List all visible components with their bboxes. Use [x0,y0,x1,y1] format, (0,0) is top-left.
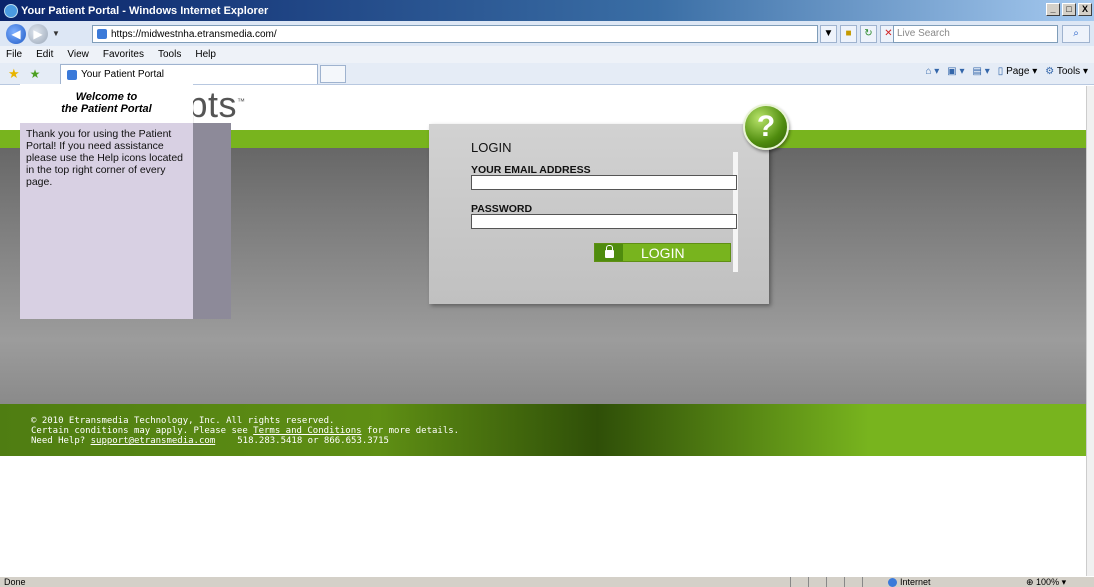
feeds-icon[interactable]: ▣ ▾ [947,66,964,77]
address-dropdown-icon[interactable]: ▼ [820,25,837,43]
security-zone[interactable]: Internet [888,577,931,587]
new-tab-button[interactable] [320,65,346,83]
conditions-text: Certain conditions may apply. Please see… [31,426,1086,436]
menu-bar: File Edit View Favorites Tools Help [0,46,1094,63]
close-button[interactable]: X [1078,3,1092,16]
welcome-message: Thank you for using the Patient Portal! … [20,123,193,319]
terms-link[interactable]: Terms and Conditions [253,426,361,436]
tab-page-icon [67,69,77,80]
page-menu-label: Page [1006,66,1030,77]
login-button-label: LOGIN [641,244,685,261]
menu-view[interactable]: View [67,49,89,60]
phone-numbers: 518.283.5418 or 866.653.3715 [237,436,389,446]
print-icon[interactable]: ▤ ▾ [973,66,990,77]
welcome-title-line1: Welcome to [75,91,138,103]
page-icon [97,29,107,39]
status-segment [844,577,860,587]
status-text: Done [4,577,26,587]
favorites-bar: ★ ★ Your Patient Portal ⌂ ▾ ▣ ▾ ▤ ▾ ▯ Pa… [0,63,1094,85]
favorites-star-icon[interactable]: ★ [8,66,20,82]
welcome-panel-shadow [193,123,231,319]
search-icon[interactable]: ⌕ [1062,25,1090,43]
window-title: Your Patient Portal - Windows Internet E… [21,4,269,17]
address-row: ◀ ▶ ▼ https://midwestnha.etransmedia.com… [0,21,1094,46]
login-heading: LOGIN [471,140,512,155]
page-menu-icon: ▯ [997,66,1004,77]
status-bar: Done Internet ⊕ 100% ▾ [0,576,1094,587]
status-segment [790,577,806,587]
add-favorites-icon[interactable]: ★ [30,67,41,81]
password-field[interactable] [471,214,737,229]
command-bar: ⌂ ▾ ▣ ▾ ▤ ▾ ▯ Page ▾ ⚙ Tools ▾ [925,66,1088,77]
help-prefix: Need Help? [31,436,91,446]
back-arrow-icon[interactable]: ◀ [6,23,26,44]
conditions-prefix: Certain conditions may apply. Please see [31,426,254,436]
menu-edit[interactable]: Edit [36,49,53,60]
email-field[interactable] [471,175,737,190]
conditions-suffix: for more details. [361,426,460,436]
history-dropdown-icon[interactable]: ▼ [52,29,60,38]
trademark: ™ [237,97,246,106]
copyright-text: © 2010 Etransmedia Technology, Inc. All … [31,416,335,426]
ie-icon [4,3,18,18]
globe-icon [888,577,897,587]
lock-icon [595,244,623,261]
tools-menu-label: Tools [1056,66,1081,77]
menu-tools[interactable]: Tools [158,49,181,60]
menu-help[interactable]: Help [195,49,216,60]
forward-arrow-icon[interactable]: ▶ [28,23,48,44]
home-icon[interactable]: ⌂ ▾ [925,66,939,77]
welcome-title: Welcome to the Patient Portal [20,84,193,123]
search-input[interactable]: Live Search [893,25,1058,43]
welcome-title-line2: the Patient Portal [61,103,152,115]
zoom-level[interactable]: ⊕ 100% ▾ [1026,577,1066,587]
help-line: Need Help? support@etransmedia.com 518.28… [31,436,1086,446]
tab-label: Your Patient Portal [81,69,165,80]
address-url: https://midwestnha.etransmedia.com/ [111,28,277,40]
address-tools: ▼ ■ ↻ ✕ [820,25,897,43]
status-segment [826,577,842,587]
minimize-button[interactable]: _ [1046,3,1060,16]
gear-icon: ⚙ [1045,66,1055,77]
page-scrollbar[interactable] [1086,86,1094,576]
status-segment [862,577,878,587]
address-bar[interactable]: https://midwestnha.etransmedia.com/ [92,25,818,43]
login-panel-scrollbar[interactable] [733,152,738,272]
footer: © 2010 Etransmedia Technology, Inc. All … [0,404,1086,456]
tab-patient-portal[interactable]: Your Patient Portal [60,64,318,84]
login-button[interactable]: LOGIN [594,243,731,262]
help-icon[interactable]: ? [743,104,789,150]
support-email-link[interactable]: support@etransmedia.com [91,436,216,446]
menu-favorites[interactable]: Favorites [103,49,144,60]
window-title-bar: Your Patient Portal - Windows Internet E… [0,0,1094,21]
window-controls: _ □ X [1046,3,1092,16]
lock-icon[interactable]: ■ [840,25,857,43]
status-segment [808,577,824,587]
page-menu[interactable]: ▯ Page ▾ [998,66,1037,77]
menu-file[interactable]: File [6,49,22,60]
maximize-button[interactable]: □ [1062,3,1076,16]
tools-menu[interactable]: ⚙ Tools ▾ [1045,66,1088,77]
zoom-value: 100% [1036,577,1060,587]
zone-label: Internet [900,577,931,587]
refresh-icon[interactable]: ↻ [860,25,877,43]
